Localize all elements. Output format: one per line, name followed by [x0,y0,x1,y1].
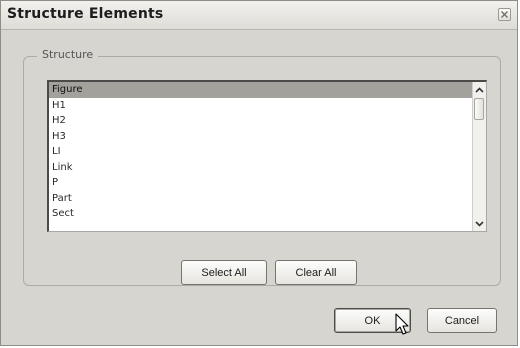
structure-list: Figure H1 H2 H3 LI Link P Part Sect [49,82,472,222]
list-item-p[interactable]: P [49,175,472,191]
vertical-scrollbar[interactable] [472,82,486,231]
close-button[interactable] [498,8,511,21]
list-item-li[interactable]: LI [49,144,472,160]
list-item-figure[interactable]: Figure [49,82,472,98]
list-item-link[interactable]: Link [49,160,472,176]
structure-listbox[interactable]: Figure H1 H2 H3 LI Link P Part Sect [47,80,487,232]
title-bar[interactable]: Structure Elements [1,1,517,30]
cancel-button[interactable]: Cancel [427,308,497,333]
scroll-thumb[interactable] [474,98,484,120]
list-item-h3[interactable]: H3 [49,129,472,145]
close-icon [501,11,508,18]
scroll-down-button[interactable] [473,217,486,230]
list-item-h2[interactable]: H2 [49,113,472,129]
dialog-title: Structure Elements [7,6,164,22]
chevron-up-icon [475,86,484,93]
structure-elements-dialog: Structure Elements Structure Figure H1 H… [0,0,518,346]
list-item-h1[interactable]: H1 [49,98,472,114]
chevron-down-icon [475,220,484,227]
list-item-sect[interactable]: Sect [49,206,472,222]
clear-all-button[interactable]: Clear All [275,260,357,285]
select-all-button[interactable]: Select All [181,260,267,285]
mouse-pointer-icon [395,313,409,335]
scroll-up-button[interactable] [473,83,486,96]
structure-group-label: Structure [37,48,99,61]
list-item-part[interactable]: Part [49,191,472,207]
